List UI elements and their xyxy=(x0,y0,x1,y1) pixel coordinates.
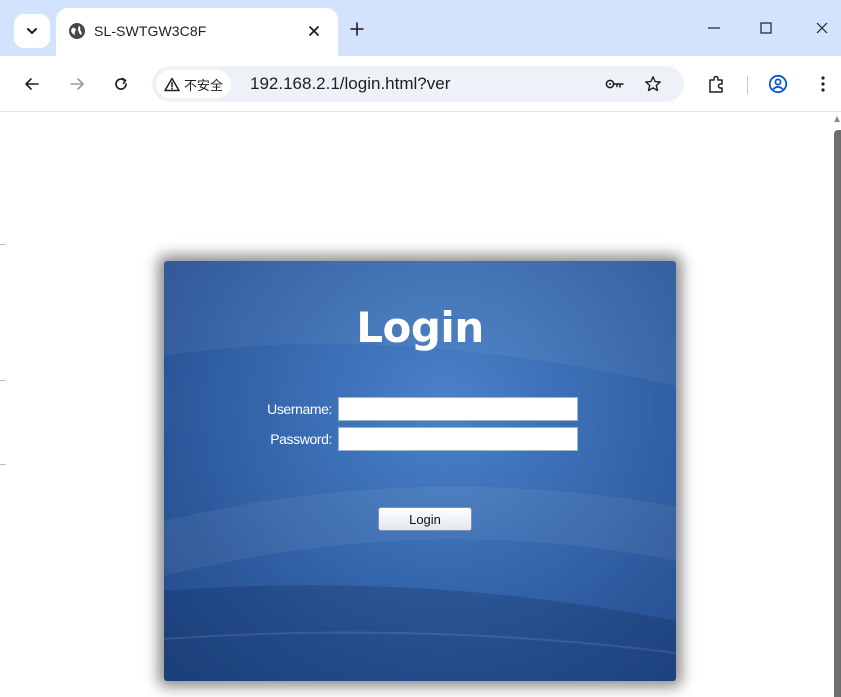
browser-toolbar: 不安全 192.168.2.1/login.html?ver xyxy=(0,56,841,112)
reload-icon xyxy=(115,77,127,90)
extensions-button[interactable] xyxy=(704,72,728,96)
password-row: Password: xyxy=(164,427,676,451)
minimize-button[interactable] xyxy=(700,16,728,40)
scrollbar-thumb[interactable] xyxy=(834,130,841,697)
toolbar-divider xyxy=(747,76,748,94)
minimize-icon xyxy=(708,27,720,29)
forward-button[interactable] xyxy=(64,70,90,98)
tab-close-button[interactable] xyxy=(304,21,324,41)
page-edge-mark xyxy=(0,244,6,245)
close-icon xyxy=(816,22,828,34)
tab-strip: SL-SWTGW3C8F xyxy=(0,0,841,56)
username-label: Username: xyxy=(267,401,332,417)
security-label: 不安全 xyxy=(184,78,224,94)
globe-icon xyxy=(69,23,85,39)
active-tab[interactable]: SL-SWTGW3C8F xyxy=(56,8,338,56)
more-icon xyxy=(821,76,825,92)
warning-icon xyxy=(164,77,180,91)
page-viewport: Login Username: Password: Login xyxy=(0,112,841,697)
new-tab-button[interactable] xyxy=(346,18,368,40)
username-row: Username: xyxy=(164,397,676,421)
url-text[interactable]: 192.168.2.1/login.html?ver xyxy=(250,74,450,94)
extensions-icon xyxy=(709,75,723,93)
page-edge-mark xyxy=(0,464,6,465)
login-title: Login xyxy=(356,303,484,352)
star-icon xyxy=(645,76,661,92)
more-menu-button[interactable] xyxy=(811,72,835,96)
reload-button[interactable] xyxy=(108,70,134,98)
key-icon xyxy=(605,79,624,89)
tab-title: SL-SWTGW3C8F xyxy=(94,23,207,39)
back-icon xyxy=(25,78,39,90)
scroll-up-arrow-icon[interactable] xyxy=(834,116,840,122)
page-scrollbar[interactable] xyxy=(833,112,841,697)
forward-icon xyxy=(70,78,84,90)
profile-icon xyxy=(768,74,788,94)
bookmark-button[interactable] xyxy=(642,73,664,95)
tab-search-button[interactable] xyxy=(14,14,50,48)
close-icon xyxy=(309,26,319,36)
password-label: Password: xyxy=(270,431,332,447)
login-panel: Login Username: Password: Login xyxy=(164,261,676,681)
password-input[interactable] xyxy=(338,427,578,451)
password-key-button[interactable] xyxy=(604,73,626,95)
login-button[interactable]: Login xyxy=(378,507,472,531)
profile-button[interactable] xyxy=(766,72,790,96)
back-button[interactable] xyxy=(19,70,45,98)
page-edge-mark xyxy=(0,380,6,381)
address-bar[interactable]: 不安全 192.168.2.1/login.html?ver xyxy=(152,66,684,102)
maximize-button[interactable] xyxy=(752,16,780,40)
window-close-button[interactable] xyxy=(808,16,836,40)
maximize-icon xyxy=(760,22,772,34)
plus-icon xyxy=(350,22,364,36)
username-input[interactable] xyxy=(338,397,578,421)
chevron-down-icon xyxy=(27,28,37,34)
security-chip[interactable]: 不安全 xyxy=(156,70,232,98)
